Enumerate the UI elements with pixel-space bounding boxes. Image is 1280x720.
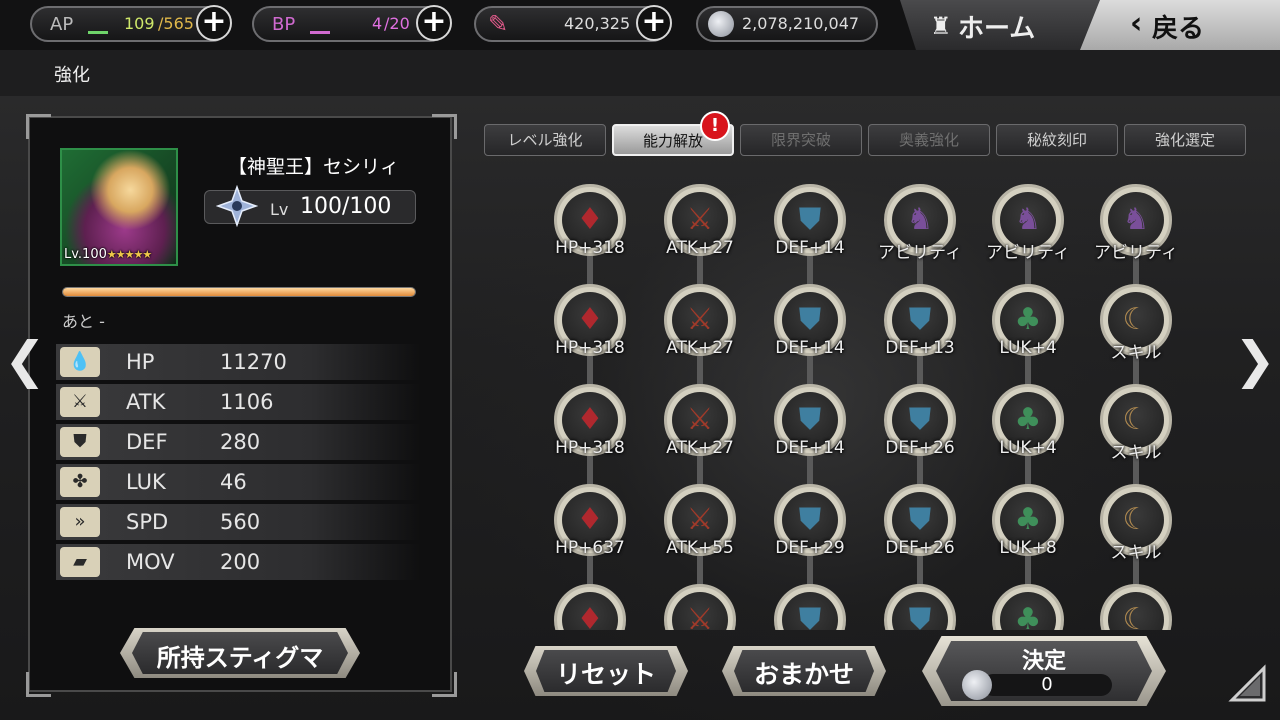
coin-icon: [708, 11, 734, 37]
crystal-icon: ✎: [488, 10, 509, 38]
chevron-left-icon: ‹: [1130, 6, 1143, 41]
portrait-level-text: Lv.100: [64, 247, 107, 262]
stat-row-spd: » SPD 560: [56, 504, 420, 540]
crystal-add-button[interactable]: +: [636, 5, 672, 41]
stat-row-hp: 💧 HP 11270: [56, 344, 420, 380]
stat-value: 280: [220, 430, 261, 454]
decide-cost: 0: [982, 674, 1112, 696]
def-icon: ⛊: [908, 602, 932, 630]
stat-value: 1106: [220, 390, 274, 414]
ap-max: /565: [158, 14, 194, 33]
reset-button[interactable]: リセット: [524, 646, 688, 696]
hp-icon: ♦: [576, 602, 604, 630]
stat-value: 46: [220, 470, 247, 494]
decide-label: 決定: [1021, 649, 1066, 674]
stat-name: MOV: [126, 550, 175, 574]
node-label: スキル: [1110, 543, 1162, 563]
unlock-node-skill[interactable]: ☾: [1100, 584, 1172, 630]
tab-5[interactable]: 秘紋刻印: [996, 124, 1118, 156]
skill-icon: ☾: [1122, 602, 1150, 630]
prev-character-arrow-icon[interactable]: ❮: [2, 322, 48, 398]
node-label: スキル: [1110, 443, 1162, 463]
reset-label: リセット: [555, 660, 656, 689]
stat-name: SPD: [126, 510, 169, 534]
stat-name: HP: [126, 350, 155, 374]
tab-1[interactable]: レベル強化: [484, 124, 606, 156]
back-button[interactable]: ‹ 戻る: [1080, 0, 1280, 50]
stat-value: 11270: [220, 350, 287, 374]
ap-value: 109: [124, 14, 155, 33]
bp-label: BP: [272, 14, 296, 35]
tab-6[interactable]: 強化選定: [1124, 124, 1246, 156]
def-icon: ⛊: [798, 602, 822, 630]
level-label: Lv: [270, 200, 289, 219]
stat-value: 560: [220, 510, 261, 534]
auto-button[interactable]: おまかせ: [722, 646, 886, 696]
exp-bar: [62, 287, 416, 297]
node-label: アビリティ: [1094, 243, 1178, 263]
menu-triangle-icon[interactable]: [1228, 664, 1268, 704]
auto-label: おまかせ: [753, 660, 854, 689]
rarity-stars: ★★★★★: [106, 248, 152, 261]
portrait-level: Lv.100★★★★★: [64, 247, 152, 262]
sword-icon: ⚔: [60, 387, 100, 417]
home-button[interactable]: ♜ ホーム: [900, 0, 1100, 50]
luk-icon: ♣: [1014, 602, 1042, 630]
shield-icon: ⛊: [60, 427, 100, 457]
stat-row-def: ⛊ DEF 280: [56, 424, 420, 460]
bp-max: /20: [384, 14, 410, 33]
coin-value: 2,078,210,047: [742, 14, 860, 33]
unlock-node-def[interactable]: ⛊: [884, 584, 956, 630]
owned-stigma-button[interactable]: 所持スティグマ: [120, 628, 360, 678]
character-name: 【神聖王】セシリィ: [228, 156, 400, 178]
stat-name: ATK: [126, 390, 166, 414]
speed-icon: »: [60, 507, 100, 537]
alert-badge-icon: !: [700, 111, 730, 141]
panel-corner-ornament: [26, 114, 51, 139]
unlock-node-def[interactable]: ⛊: [774, 584, 846, 630]
owned-stigma-label: 所持スティグマ: [156, 644, 324, 672]
ap-label: AP: [50, 14, 74, 35]
stat-name: DEF: [126, 430, 168, 454]
back-label: 戻る: [1152, 14, 1205, 44]
hp-drop-icon: 💧: [60, 347, 100, 377]
unlock-node-atk[interactable]: ⚔: [664, 584, 736, 630]
panel-corner-ornament: [432, 672, 457, 697]
home-label: ホーム: [958, 14, 1036, 44]
ability-unlock-grid: ♦ HP+318 ⚔ ATK+27 ⛊ DEF+14 ♞ アビリティ ♞ アビリティ ♞ アビリティ ♦…: [540, 170, 1200, 630]
page-title: 強化: [54, 65, 90, 86]
unlock-node-luk[interactable]: ♣: [992, 584, 1064, 630]
unlock-node-hp[interactable]: ♦: [554, 584, 626, 630]
exp-remaining: あと -: [62, 312, 105, 331]
class-emblem-icon: [216, 185, 258, 227]
atk-icon: ⚔: [686, 602, 714, 630]
coin-icon: [962, 670, 992, 700]
panel-corner-ornament: [26, 672, 51, 697]
stat-row-luk: ✤ LUK 46: [56, 464, 420, 500]
tab-4: 奥義強化: [868, 124, 990, 156]
node-label: スキル: [1110, 343, 1162, 363]
crystal-value: 420,325: [564, 14, 631, 33]
exp-bar-fill: [63, 288, 415, 296]
sub-header: [0, 50, 1280, 96]
stat-name: LUK: [126, 470, 166, 494]
bp-add-button[interactable]: +: [416, 5, 452, 41]
ap-add-button[interactable]: +: [196, 5, 232, 41]
bp-bar: [310, 31, 330, 34]
decide-button[interactable]: 決定 0: [922, 636, 1166, 706]
panel-corner-ornament: [432, 114, 457, 139]
castle-icon: ♜: [930, 12, 952, 40]
stat-row-atk: ⚔ ATK 1106: [56, 384, 420, 420]
ap-bar: [88, 31, 108, 34]
coin-counter: 2,078,210,047: [696, 6, 878, 42]
bp-value: 4: [372, 14, 383, 33]
next-character-arrow-icon[interactable]: ❯: [1232, 322, 1278, 398]
stat-row-mov: ▰ MOV 200: [56, 544, 420, 580]
stat-value: 200: [220, 550, 261, 574]
tab-3: 限界突破: [740, 124, 862, 156]
boots-icon: ▰: [60, 547, 100, 577]
clover-icon: ✤: [60, 467, 100, 497]
level-value: 100/100: [300, 194, 392, 219]
